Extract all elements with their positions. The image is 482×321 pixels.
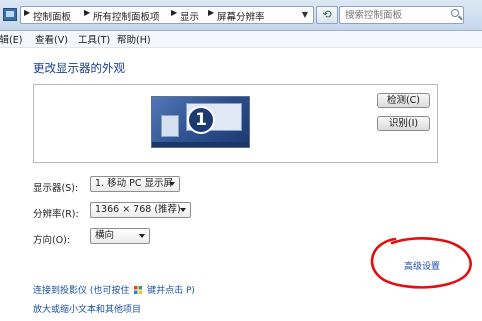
menu-tools[interactable]: 工具(T) xyxy=(78,32,110,46)
refresh-button[interactable]: ⟲ xyxy=(316,6,338,24)
taskbar-strip xyxy=(152,142,249,147)
menu-help[interactable]: 帮助(H) xyxy=(117,32,151,46)
menu-view[interactable]: 查看(V) xyxy=(35,32,68,46)
chevron-right-icon[interactable]: ▶ xyxy=(171,8,177,17)
orientation-select[interactable]: 横向 xyxy=(90,228,150,244)
chevron-down-icon xyxy=(169,182,175,186)
breadcrumb-display[interactable]: 显示 xyxy=(180,9,199,23)
advanced-settings-link[interactable]: 高级设置 xyxy=(404,259,440,272)
text-size-link[interactable]: 放大或缩小文本和其他项目 xyxy=(33,302,141,315)
refresh-icon: ⟲ xyxy=(322,8,332,21)
chevron-right-icon: ▶ xyxy=(24,8,31,17)
orientation-select-value: 横向 xyxy=(95,230,115,241)
control-panel-icon xyxy=(3,8,17,21)
connect-projector-text-end: 键并点击 P) xyxy=(147,286,195,296)
breadcrumb-control-panel[interactable]: 控制面板 xyxy=(33,9,71,23)
chevron-right-icon[interactable]: ▶ xyxy=(208,8,214,17)
display-label: 显示器(S): xyxy=(33,183,79,194)
window-thumbnail xyxy=(161,115,179,137)
menu-edit[interactable]: 编辑(E) xyxy=(0,32,22,46)
connect-projector-text: 连接到投影仪 (也可按住 xyxy=(33,286,130,296)
resolution-select[interactable]: 1366 × 768 (推荐) xyxy=(90,202,191,218)
identify-button[interactable]: 识别(I) xyxy=(377,116,430,131)
connect-projector-link[interactable]: 连接到投影仪 (也可按住 键并点击 P) xyxy=(33,283,195,296)
menu-bar: 编辑(E) 查看(V) 工具(T) 帮助(H) xyxy=(0,31,482,48)
monitor-number-badge: 1 xyxy=(187,106,215,134)
search-box[interactable] xyxy=(339,6,464,24)
detect-button[interactable]: 检测(C) xyxy=(377,93,430,108)
chevron-right-icon[interactable]: ▶ xyxy=(84,8,90,17)
chevron-down-icon xyxy=(180,208,186,212)
address-dropdown-icon[interactable]: ▼ xyxy=(297,6,313,24)
windows-logo-icon xyxy=(134,286,143,294)
resolution-select-value: 1366 × 768 (推荐) xyxy=(95,204,181,215)
resolution-label: 分辨率(R): xyxy=(33,209,79,220)
orientation-label: 方向(O): xyxy=(33,235,71,246)
breadcrumb-all-items[interactable]: 所有控制面板项 xyxy=(93,9,160,23)
breadcrumb-screen-resolution[interactable]: 屏幕分辨率 xyxy=(217,9,265,23)
search-input[interactable] xyxy=(340,7,450,23)
chevron-down-icon xyxy=(139,234,145,238)
search-icon[interactable] xyxy=(451,9,459,17)
breadcrumb[interactable]: ▶ 控制面板 ▶ 所有控制面板项 ▶ 显示 ▶ 屏幕分辨率 xyxy=(20,6,314,24)
display-select-value: 1. 移动 PC 显示屏 xyxy=(95,178,173,189)
page-title: 更改显示器的外观 xyxy=(33,61,125,75)
address-toolbar: ▶ 控制面板 ▶ 所有控制面板项 ▶ 显示 ▶ 屏幕分辨率 ▼ ⟲ xyxy=(0,0,482,31)
display-select[interactable]: 1. 移动 PC 显示屏 xyxy=(90,176,180,192)
